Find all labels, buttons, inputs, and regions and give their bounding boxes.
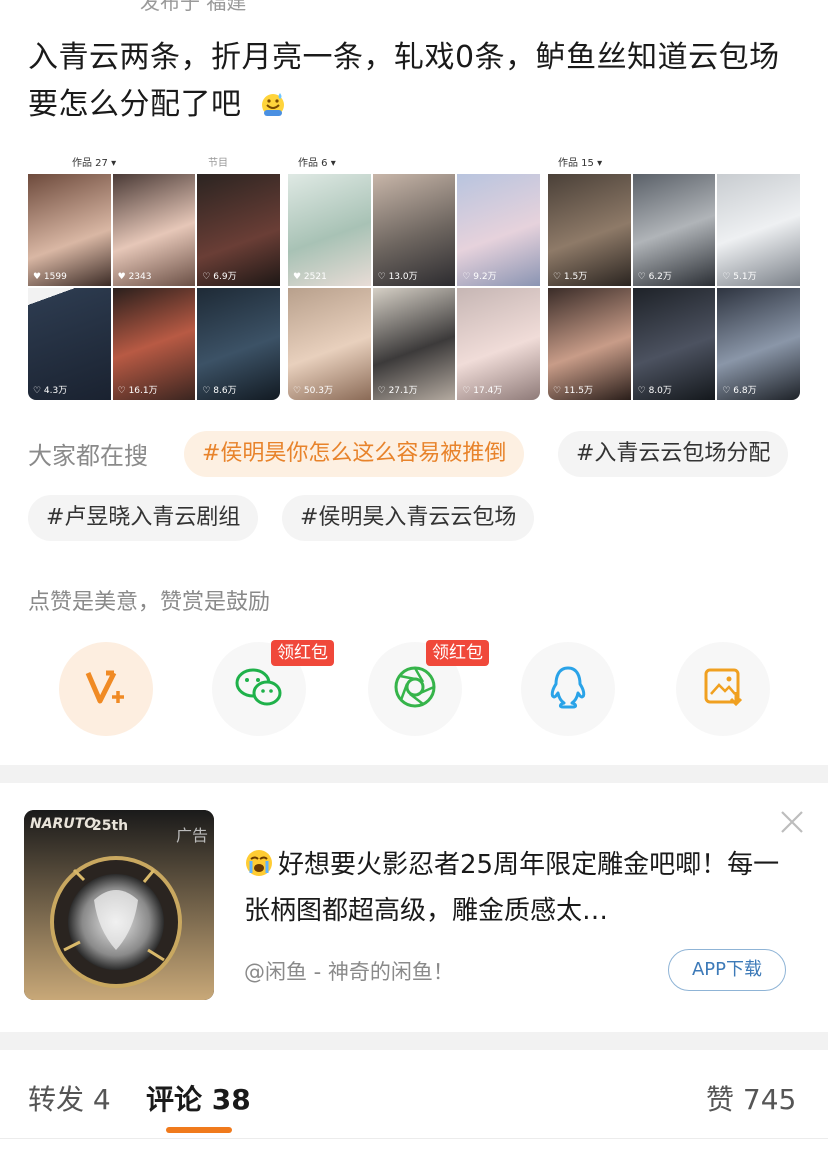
video-cell: ♡ 9.2万 xyxy=(457,174,540,286)
video-cell: ♥ 2343 xyxy=(112,174,196,286)
active-tab-indicator xyxy=(166,1127,232,1133)
video-cell: ♡ 4.3万 xyxy=(28,288,111,400)
video-cell: ♡ 16.1万 xyxy=(112,288,196,400)
red-packet-tag: 领红包 xyxy=(426,640,489,666)
video-cell: ♡ 6.2万 xyxy=(632,174,716,286)
video-cell: ♡ 1.5万 xyxy=(548,174,631,286)
share-qq-button[interactable] xyxy=(521,642,615,736)
post-meta: 发布于 福建 xyxy=(140,0,247,14)
trending-chip-4[interactable]: #侯明昊入青云云包场 xyxy=(282,495,535,541)
video-cell: ♡ 27.1万 xyxy=(372,288,456,400)
video-cell: ♡ 50.3万 xyxy=(288,288,371,400)
ad-image-logo: NARUTO xyxy=(30,816,97,832)
gallery-image-1[interactable]: 作品 27 ▾ 节目 ♥ 1599 ♥ 2343 ♡ 6.9万 ♡ 4.3万 ♡… xyxy=(28,146,280,400)
ad-image-badge: 25th xyxy=(92,818,129,834)
close-icon xyxy=(781,811,803,833)
v-reward-icon xyxy=(84,667,128,711)
gallery-image-3[interactable]: 作品 15 ▾ ♡ 1.5万 ♡ 6.2万 ♡ 5.1万 ♡ 11.5万 ♡ 8… xyxy=(548,146,800,400)
sweat-smile-icon xyxy=(258,85,288,116)
app-download-button[interactable]: APP下载 xyxy=(668,949,786,991)
reward-hint: 点赞是美意，赞赏是鼓励 xyxy=(28,590,271,615)
close-ad-button[interactable] xyxy=(778,808,806,836)
video-cell: ♡ 6.8万 xyxy=(717,288,800,400)
section-divider xyxy=(0,1032,828,1050)
ad-title[interactable]: 好想要火影忍者25周年限定雕金吧唧！每一张柄图都超高级，雕金质感太… xyxy=(244,842,804,934)
tab-like[interactable]: 赞 745 xyxy=(706,1078,796,1118)
works-count: 作品 6 ▾ xyxy=(298,158,336,169)
interaction-tabs xyxy=(0,1050,828,1162)
save-image-button[interactable] xyxy=(676,642,770,736)
red-packet-tag: 领红包 xyxy=(271,640,334,666)
gallery-image-2[interactable]: 作品 6 ▾ ♥ 2521 ♡ 13.0万 ♡ 9.2万 ♡ 50.3万 ♡ 2… xyxy=(288,146,540,400)
post-text: 入青云两条，折月亮一条，轧戏0条，鲈鱼丝知道云包场要怎么分配了吧 xyxy=(28,34,808,128)
post-text-content: 入青云两条，折月亮一条，轧戏0条，鲈鱼丝知道云包场要怎么分配了吧 xyxy=(28,40,780,122)
trending-chip-3[interactable]: #卢昱晓入青云剧组 xyxy=(28,495,259,541)
crying-face-icon xyxy=(244,847,274,877)
video-cell: ♡ 8.0万 xyxy=(632,288,716,400)
moments-icon xyxy=(392,664,438,714)
ad-source: @闲鱼 - 神奇的闲鱼！ xyxy=(244,960,454,984)
image-gallery: 作品 27 ▾ 节目 ♥ 1599 ♥ 2343 ♡ 6.9万 ♡ 4.3万 ♡… xyxy=(28,146,800,400)
works-count: 作品 27 ▾ xyxy=(72,158,117,169)
works-count: 作品 15 ▾ xyxy=(558,158,603,169)
video-cell: ♡ 8.6万 xyxy=(197,288,280,400)
video-cell: ♥ 2521 xyxy=(288,174,371,286)
video-cell: ♡ 6.9万 xyxy=(197,174,280,286)
reward-button[interactable] xyxy=(59,642,153,736)
ad-title-text: 好想要火影忍者25周年限定雕金吧唧！每一张柄图都超高级，雕金质感太… xyxy=(244,850,780,926)
video-cell: ♡ 5.1万 xyxy=(717,174,800,286)
divider xyxy=(0,1138,828,1139)
video-cell: ♡ 17.4万 xyxy=(457,288,540,400)
qq-icon xyxy=(548,664,588,714)
ad-image[interactable]: NARUTO 25th 广告 xyxy=(24,810,214,1000)
trending-chip-2[interactable]: #入青云云包场分配 xyxy=(558,431,789,477)
video-cell: ♡ 13.0万 xyxy=(372,174,456,286)
works-tag: 节目 xyxy=(208,158,228,169)
video-cell: ♥ 1599 xyxy=(28,174,111,286)
trending-chip-1[interactable]: #侯明昊你怎么这么容易被推倒 xyxy=(184,431,525,477)
wechat-icon xyxy=(234,665,284,713)
tab-comment[interactable]: 评论 38 xyxy=(146,1078,251,1118)
ad-tag: 广告 xyxy=(176,826,209,845)
save-image-icon xyxy=(702,666,744,712)
section-divider xyxy=(0,765,828,783)
video-cell: ♡ 11.5万 xyxy=(548,288,631,400)
trending-label: 大家都在搜 xyxy=(28,442,148,470)
tab-repost[interactable]: 转发 4 xyxy=(28,1078,111,1118)
